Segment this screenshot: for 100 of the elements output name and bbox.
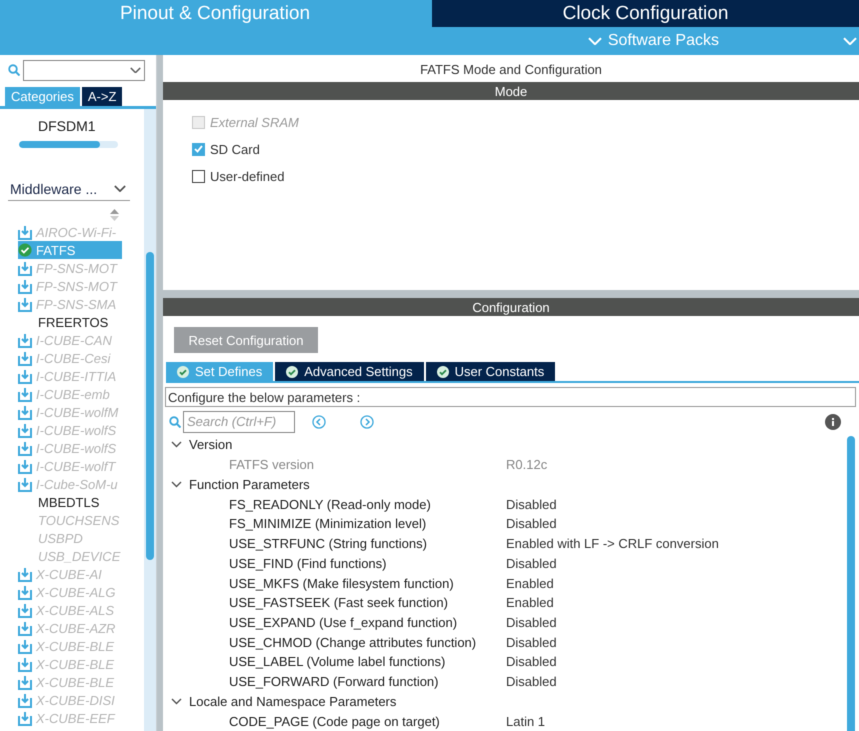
parameter-value[interactable]: Enabled with LF -> CRLF conversion xyxy=(506,536,719,552)
sidebar-tab[interactable]: Categories xyxy=(5,87,80,106)
parameter-value[interactable]: Disabled xyxy=(506,496,557,512)
config-tab[interactable]: Advanced Settings xyxy=(275,362,424,381)
download-icon xyxy=(18,476,32,492)
search-icon xyxy=(8,64,20,76)
download-icon xyxy=(18,422,32,438)
middleware-item[interactable]: X-CUBE-AI xyxy=(18,565,122,583)
search-icon xyxy=(169,416,181,428)
download-icon xyxy=(18,458,32,474)
middleware-item[interactable]: I-CUBE-CAN xyxy=(18,331,122,349)
parameter-name: USE_LABEL (Volume label functions) xyxy=(229,654,446,670)
middleware-item[interactable]: X-CUBE-BLE xyxy=(18,655,122,673)
middleware-item[interactable]: X-CUBE-BLE xyxy=(18,673,122,691)
download-icon xyxy=(18,566,32,582)
middleware-item[interactable]: I-CUBE-wolfM xyxy=(18,403,122,421)
group-row[interactable]: Version xyxy=(163,435,845,455)
parameter-name: USE_MKFS (Make filesystem function) xyxy=(229,576,455,590)
parameter-name: USE_STRFUNC (String functions) xyxy=(229,536,428,552)
check-circle-icon xyxy=(177,366,189,378)
parameter-value[interactable]: Disabled xyxy=(506,674,557,690)
top-tab[interactable]: Clock Configuration xyxy=(432,0,859,27)
category-dropdown[interactable]: Middleware ... xyxy=(8,177,130,201)
hint-text: Configure the below parameters : xyxy=(165,387,856,407)
middleware-item[interactable]: FP-SNS-MOT xyxy=(18,259,122,277)
middleware-item[interactable]: AIROC-Wi-Fi- xyxy=(18,223,122,241)
download-icon xyxy=(18,602,32,618)
middleware-item[interactable]: I-CUBE-wolfS xyxy=(18,439,122,457)
parameter-value[interactable]: Latin 1 xyxy=(506,714,546,729)
parameter-name: CODE_PAGE (Code page on target) xyxy=(229,714,441,729)
middleware-item[interactable]: FP-SNS-SMA xyxy=(18,295,122,313)
download-icon xyxy=(18,350,32,366)
sort-icon[interactable] xyxy=(110,209,119,221)
parameter-name: FATFS version xyxy=(229,457,316,472)
middleware-item[interactable]: X-CUBE-BLE xyxy=(18,637,122,655)
software-packs-menu[interactable]: Software Packs xyxy=(588,32,719,50)
category-item[interactable]: DFSDM1 xyxy=(18,109,144,134)
scrollbar-thumb[interactable] xyxy=(146,252,154,560)
middleware-item[interactable]: MBEDTLS xyxy=(18,493,122,511)
download-icon xyxy=(18,656,32,672)
checkbox[interactable] xyxy=(192,142,205,156)
download-icon xyxy=(18,260,32,276)
middleware-item[interactable]: I-Cube-SoM-u xyxy=(18,475,122,493)
middleware-item[interactable]: USBPD xyxy=(18,529,122,547)
info-icon[interactable] xyxy=(825,414,841,430)
checkbox-label: External SRAM xyxy=(210,114,299,130)
checkbox-label: User-defined xyxy=(210,168,284,184)
middleware-item[interactable]: TOUCHSENS xyxy=(18,511,122,529)
download-icon xyxy=(18,332,32,348)
chevron-down-icon xyxy=(588,36,602,46)
download-icon xyxy=(18,404,32,420)
middleware-item[interactable]: X-CUBE-AZR xyxy=(18,619,122,637)
check-circle-icon xyxy=(436,366,449,378)
parameter-name: FS_MINIMIZE (Minimization level) xyxy=(229,516,428,532)
chevron-down-icon xyxy=(114,184,126,192)
parameter-name: USE_FASTSEEK (Fast seek function) xyxy=(229,595,449,610)
middleware-item[interactable]: X-CUBE-ALS xyxy=(18,601,122,619)
parameter-value[interactable]: Enabled xyxy=(506,595,554,610)
middleware-item[interactable]: I-CUBE-emb xyxy=(18,385,122,403)
middleware-item[interactable]: I-CUBE-wolfS xyxy=(18,421,122,439)
search-field[interactable] xyxy=(23,60,145,80)
parameter-value[interactable]: Disabled xyxy=(506,614,557,630)
config-tab[interactable]: User Constants xyxy=(426,362,556,381)
middleware-item[interactable]: X-CUBE-DISI xyxy=(18,691,122,709)
sidebar-tab[interactable]: A->Z xyxy=(82,87,122,106)
download-icon xyxy=(18,710,32,726)
middleware-item[interactable]: FATFS xyxy=(18,241,122,259)
parameter-value[interactable]: Disabled xyxy=(506,556,557,571)
chevron-down-icon xyxy=(171,696,182,707)
middleware-item[interactable]: USB_DEVICE xyxy=(18,547,122,565)
next-icon[interactable] xyxy=(360,414,374,428)
middleware-item[interactable]: I-CUBE-ITTIA xyxy=(18,367,122,385)
parameter-value[interactable]: Disabled xyxy=(506,654,557,670)
middleware-item[interactable]: X-CUBE-ALG xyxy=(18,583,122,601)
previous-icon[interactable] xyxy=(312,414,326,428)
check-circle-icon xyxy=(18,243,32,257)
group-row[interactable]: Locale and Namespace Parameters xyxy=(163,692,845,712)
middleware-item[interactable]: X-CUBE-EEF xyxy=(18,709,122,727)
download-icon xyxy=(18,278,32,294)
checkbox[interactable] xyxy=(192,170,205,182)
download-icon xyxy=(18,296,32,312)
group-row[interactable]: Function Parameters xyxy=(163,474,845,494)
checkbox-label: SD Card xyxy=(210,142,260,156)
download-icon xyxy=(18,368,32,384)
middleware-item[interactable]: FP-SNS-MOT xyxy=(18,277,122,295)
middleware-item[interactable]: I-CUBE-wolfT xyxy=(18,457,122,475)
middleware-item[interactable]: I-CUBE-Cesi xyxy=(18,349,122,367)
parameter-name: USE_EXPAND (Use f_expand function) xyxy=(229,614,458,630)
parameter-name: USE_FIND (Find functions) xyxy=(229,556,388,571)
search-field[interactable]: Search (Ctrl+F) xyxy=(183,410,295,432)
parameter-value[interactable]: Disabled xyxy=(506,516,557,532)
reset-button[interactable]: Reset Configuration xyxy=(174,327,318,353)
check-circle-icon xyxy=(286,366,298,378)
parameter-name: FS_READONLY (Read-only mode) xyxy=(229,496,432,512)
parameter-value[interactable]: Enabled xyxy=(506,576,554,590)
scrollbar-thumb[interactable] xyxy=(847,436,855,731)
middleware-item[interactable]: FREERTOS xyxy=(18,313,122,331)
config-tab[interactable]: Set Defines xyxy=(166,362,274,381)
scrollbar[interactable] xyxy=(144,109,156,731)
parameter-value[interactable]: Disabled xyxy=(506,634,557,650)
